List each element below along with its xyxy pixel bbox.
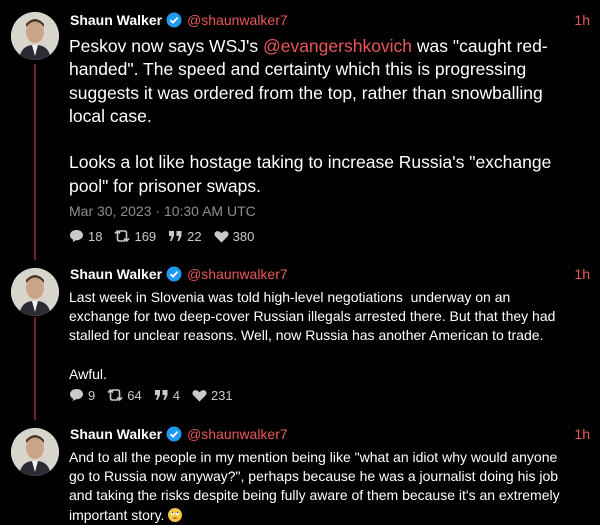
tweet-text: Last week in Slovenia was told high-leve…	[69, 289, 556, 382]
tweet-time[interactable]: 1h	[574, 424, 590, 444]
author-name[interactable]: Shaun Walker	[70, 426, 162, 442]
reply-icon	[70, 389, 83, 401]
quote-count: 4	[172, 387, 180, 403]
avatar[interactable]	[11, 268, 59, 316]
verified-badge-icon	[166, 266, 182, 287]
retweet-button[interactable]: 169	[114, 229, 156, 244]
author-name[interactable]: Shaun Walker	[70, 266, 162, 282]
like-count: 231	[210, 387, 233, 403]
quote-button[interactable]: 4	[154, 388, 180, 403]
tweet-header: Shaun Walker @shaunwalker7 1h	[70, 424, 590, 444]
tweet-date[interactable]: Mar 30, 2023 · 10:30 AM UTC	[69, 203, 256, 219]
author-handle[interactable]: @shaunwalker7	[187, 426, 288, 442]
heart-icon	[214, 230, 229, 242]
tweet-text-part: And to all the people in my mention bein…	[69, 449, 564, 523]
tweet[interactable]: Shaun Walker @shaunwalker7 1h Peskov now …	[0, 0, 600, 262]
tweet-text: Peskov now says WSJ's @evangershkovich w…	[69, 35, 572, 198]
heart-icon	[192, 389, 207, 401]
mention-link[interactable]: @evangershkovich	[263, 36, 412, 56]
tweet-text: And to all the people in my mention bein…	[69, 448, 572, 525]
tweet-time[interactable]: 1h	[574, 264, 590, 284]
retweet-button[interactable]: 64	[107, 387, 142, 403]
verified-badge-icon	[166, 426, 182, 447]
reply-button[interactable]: 9	[69, 388, 95, 403]
author-handle[interactable]: @shaunwalker7	[187, 12, 288, 28]
tweet-text-part: was "caught red-handed". The speed and c…	[69, 36, 552, 196]
quote-button[interactable]: 22	[168, 228, 202, 244]
tweet-text-part: Peskov now says WSJ's	[69, 36, 263, 56]
avatar[interactable]	[11, 428, 59, 476]
tweet-header: Shaun Walker @shaunwalker7 1h	[70, 264, 590, 284]
retweet-icon	[107, 388, 123, 402]
retweet-icon	[114, 229, 131, 243]
retweet-count: 169	[134, 228, 157, 244]
quote-icon	[169, 231, 182, 241]
quote-icon	[154, 390, 168, 400]
verified-badge-icon	[166, 12, 182, 33]
reply-icon	[70, 230, 83, 242]
avatar[interactable]	[11, 12, 59, 60]
tweet-time[interactable]: 1h	[574, 10, 590, 30]
author-handle[interactable]: @shaunwalker7	[187, 266, 288, 282]
like-button[interactable]: 380	[214, 228, 255, 244]
author-name[interactable]: Shaun Walker	[70, 12, 162, 28]
like-button[interactable]: 231	[192, 388, 233, 403]
tweet-actions: 18 169 22 380	[69, 227, 266, 245]
like-count: 380	[232, 228, 255, 244]
tweet[interactable]: Shaun Walker @shaunwalker7 1h And to all …	[0, 422, 600, 525]
quote-count: 22	[187, 228, 202, 244]
tweet[interactable]: Shaun Walker @shaunwalker7 1h Last week i…	[0, 262, 600, 422]
reply-count: 18	[88, 228, 103, 244]
reply-button[interactable]: 18	[69, 229, 102, 244]
tweet-header: Shaun Walker @shaunwalker7 1h	[70, 10, 590, 30]
reply-count: 9	[88, 387, 96, 403]
tweet-actions: 9 64 4 231	[69, 386, 245, 404]
rolling-eyes-emoji-icon	[168, 507, 183, 522]
retweet-count: 64	[127, 387, 142, 403]
